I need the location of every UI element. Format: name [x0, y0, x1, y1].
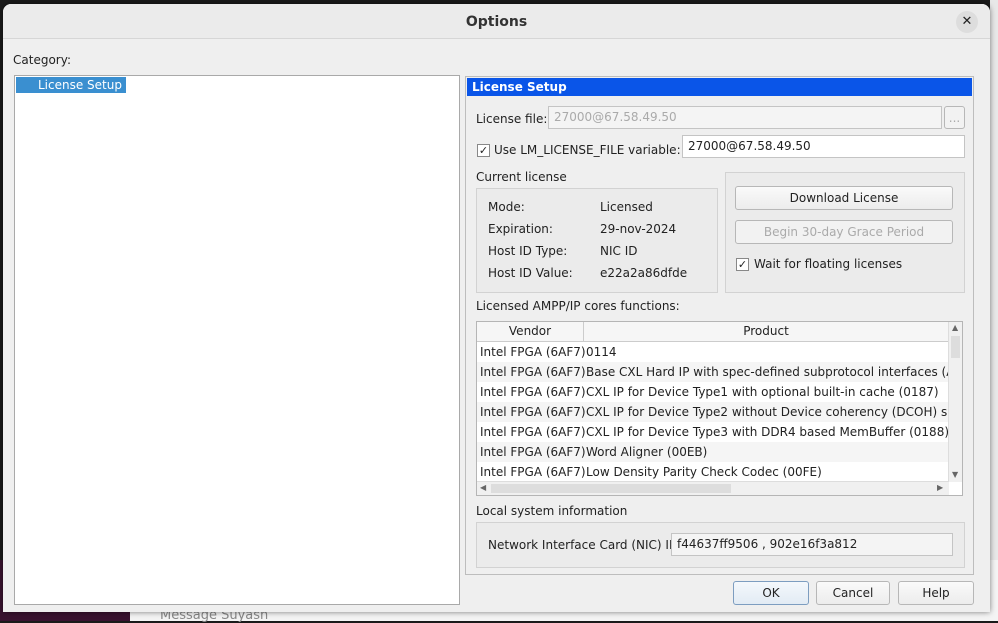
- download-license-button[interactable]: Download License: [735, 186, 953, 210]
- column-product[interactable]: Product: [584, 322, 949, 342]
- table-row[interactable]: Intel FPGA (6AF7) CXL IP for Device Type1…: [477, 382, 949, 402]
- product-cell: Low Density Parity Check Codec (00FE): [586, 465, 822, 479]
- license-file-label: License file:: [476, 112, 548, 126]
- background-edge: [990, 0, 998, 560]
- wait-floating-checkbox[interactable]: ✓: [736, 258, 749, 271]
- cores-table[interactable]: Vendor Product Intel FPGA (6AF7) 0114 Inte…: [476, 321, 963, 496]
- title-bar: Options ✕: [3, 4, 990, 39]
- vendor-cell: Intel FPGA (6AF7): [480, 405, 586, 419]
- vendor-cell: Intel FPGA (6AF7): [480, 425, 586, 439]
- expiration-value: 29-nov-2024: [600, 222, 677, 236]
- panel-header: License Setup: [467, 78, 972, 96]
- table-row[interactable]: Intel FPGA (6AF7) CXL IP for Device Type3…: [477, 422, 949, 442]
- category-label: Category:: [13, 53, 71, 67]
- table-row[interactable]: Intel FPGA (6AF7) 0114: [477, 342, 949, 362]
- host-id-type-label: Host ID Type:: [488, 244, 568, 258]
- expiration-label: Expiration:: [488, 222, 553, 236]
- ok-button[interactable]: OK: [733, 581, 809, 605]
- close-icon[interactable]: ✕: [956, 11, 978, 33]
- vendor-cell: Intel FPGA (6AF7): [480, 365, 586, 379]
- nic-label: Network Interface Card (NIC) ID:: [488, 538, 683, 552]
- category-item-license-setup[interactable]: License Setup: [16, 77, 126, 93]
- mode-label: Mode:: [488, 200, 525, 214]
- product-cell: 0114: [586, 345, 617, 359]
- nic-id-field[interactable]: f44637ff9506 , 902e16f3a812: [671, 533, 953, 556]
- use-lm-checkbox[interactable]: ✓: [477, 144, 490, 157]
- vendor-cell: Intel FPGA (6AF7): [480, 465, 586, 479]
- category-tree[interactable]: License Setup: [14, 75, 460, 605]
- vendor-cell: Intel FPGA (6AF7): [480, 385, 586, 399]
- current-license-group: Mode: Licensed Expiration: 29-nov-2024 H…: [476, 188, 718, 293]
- lm-license-input[interactable]: 27000@67.58.49.50: [682, 135, 965, 158]
- product-cell: CXL IP for Device Type1 with optional bu…: [586, 385, 939, 399]
- host-id-value-label: Host ID Value:: [488, 266, 573, 280]
- product-cell: CXL IP for Device Type2 without Device c…: [586, 405, 949, 419]
- license-setup-panel: License Setup License file: 27000@67.58.…: [465, 76, 974, 575]
- vertical-scrollbar[interactable]: ▲ ▼: [948, 322, 962, 482]
- browse-button[interactable]: ...: [944, 106, 965, 129]
- wait-floating-label: Wait for floating licenses: [754, 257, 903, 271]
- current-license-label: Current license: [476, 170, 567, 184]
- cancel-button[interactable]: Cancel: [816, 581, 890, 605]
- license-file-input[interactable]: 27000@67.58.49.50: [548, 106, 942, 129]
- local-info-label: Local system information: [476, 504, 628, 518]
- local-info-group: Network Interface Card (NIC) ID: f44637f…: [476, 522, 965, 568]
- vendor-cell: Intel FPGA (6AF7): [480, 345, 586, 359]
- options-dialog: Options ✕ Category: License Setup Licens…: [3, 4, 990, 612]
- table-row[interactable]: Intel FPGA (6AF7) Word Aligner (00EB): [477, 442, 949, 462]
- product-cell: Base CXL Hard IP with spec-defined subpr…: [586, 365, 949, 379]
- vendor-cell: Intel FPGA (6AF7): [480, 445, 586, 459]
- use-lm-label: Use LM_LICENSE_FILE variable:: [494, 143, 681, 157]
- table-row[interactable]: Intel FPGA (6AF7) Low Density Parity Chec…: [477, 462, 949, 482]
- host-id-type-value: NIC ID: [600, 244, 638, 258]
- host-id-value: e22a2a86dfde: [600, 266, 688, 280]
- help-button[interactable]: Help: [898, 581, 974, 605]
- table-row[interactable]: Intel FPGA (6AF7) Base CXL Hard IP with s…: [477, 362, 949, 382]
- mode-value: Licensed: [600, 200, 653, 214]
- product-cell: Word Aligner (00EB): [586, 445, 708, 459]
- cores-label: Licensed AMPP/IP cores functions:: [476, 299, 680, 313]
- horizontal-scrollbar[interactable]: ◀ ▶: [477, 481, 949, 495]
- dialog-title: Options: [465, 14, 528, 30]
- grace-period-button[interactable]: Begin 30-day Grace Period: [735, 220, 953, 244]
- column-vendor[interactable]: Vendor: [477, 322, 584, 342]
- table-row[interactable]: Intel FPGA (6AF7) CXL IP for Device Type2…: [477, 402, 949, 422]
- license-actions-group: Download License Begin 30-day Grace Peri…: [725, 172, 965, 293]
- product-cell: CXL IP for Device Type3 with DDR4 based …: [586, 425, 949, 439]
